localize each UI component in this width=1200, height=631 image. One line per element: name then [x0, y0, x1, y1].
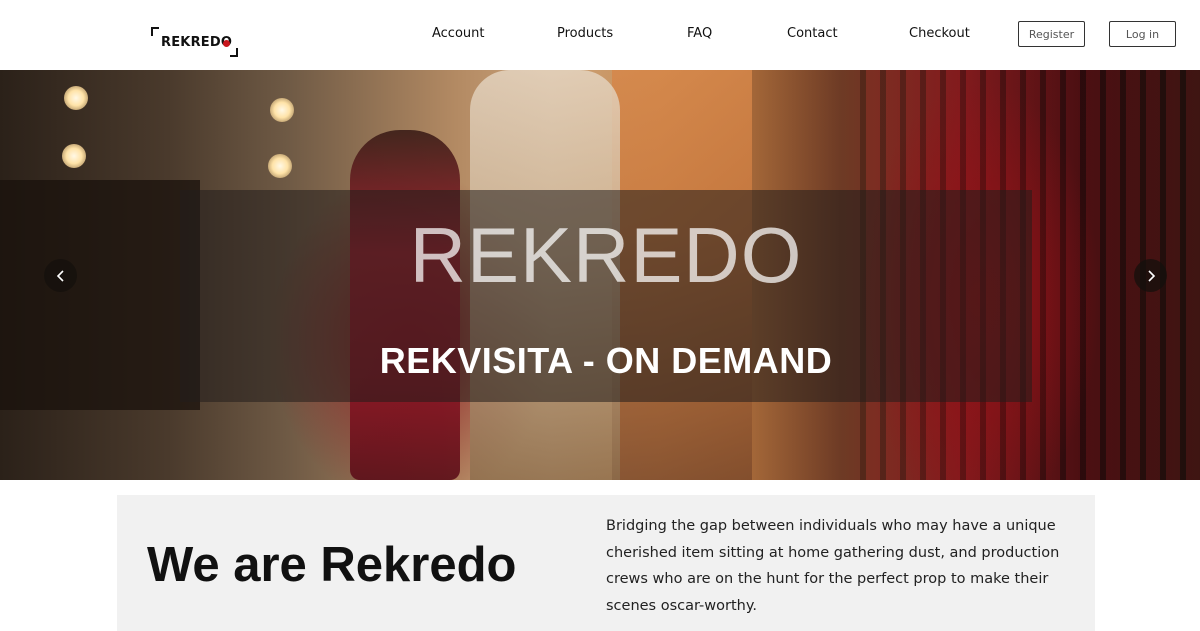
hero-photo-makeup-station — [0, 180, 200, 410]
vanity-light — [62, 144, 86, 168]
logo-accent-dot — [223, 40, 230, 47]
nav-checkout[interactable]: Checkout — [909, 26, 970, 41]
logo-corner-top-left — [151, 27, 159, 36]
carousel-next-button[interactable] — [1134, 259, 1167, 292]
nav-faq[interactable]: FAQ — [687, 26, 712, 41]
nav-contact[interactable]: Contact — [787, 26, 838, 41]
register-button[interactable]: Register — [1018, 21, 1085, 47]
nav-products[interactable]: Products — [557, 26, 613, 41]
nav-account[interactable]: Account — [432, 26, 485, 41]
logo-text: REKREDO — [161, 35, 233, 50]
about-description: Bridging the gap between individuals who… — [606, 518, 1060, 614]
hero-carousel: REKREDO REKVISITA - ON DEMAND — [0, 70, 1200, 480]
chevron-right-icon — [1147, 269, 1155, 282]
site-header: REKREDO Account Products FAQ Contact Che… — [0, 0, 1200, 70]
chevron-left-icon — [56, 269, 64, 282]
logo[interactable]: REKREDO — [151, 27, 238, 57]
vanity-light — [268, 154, 292, 178]
hero-title: REKREDO — [409, 211, 803, 299]
vanity-light — [270, 98, 294, 122]
carousel-prev-button[interactable] — [44, 259, 77, 292]
logo-corner-bottom-right — [230, 48, 238, 57]
vanity-light — [64, 86, 88, 110]
about-section: We are Rekredo Bridging the gap between … — [117, 495, 1095, 631]
login-button[interactable]: Log in — [1109, 21, 1176, 47]
hero-subtitle: REKVISITA - ON DEMAND — [379, 340, 833, 381]
about-title: We are Rekredo — [147, 538, 517, 592]
